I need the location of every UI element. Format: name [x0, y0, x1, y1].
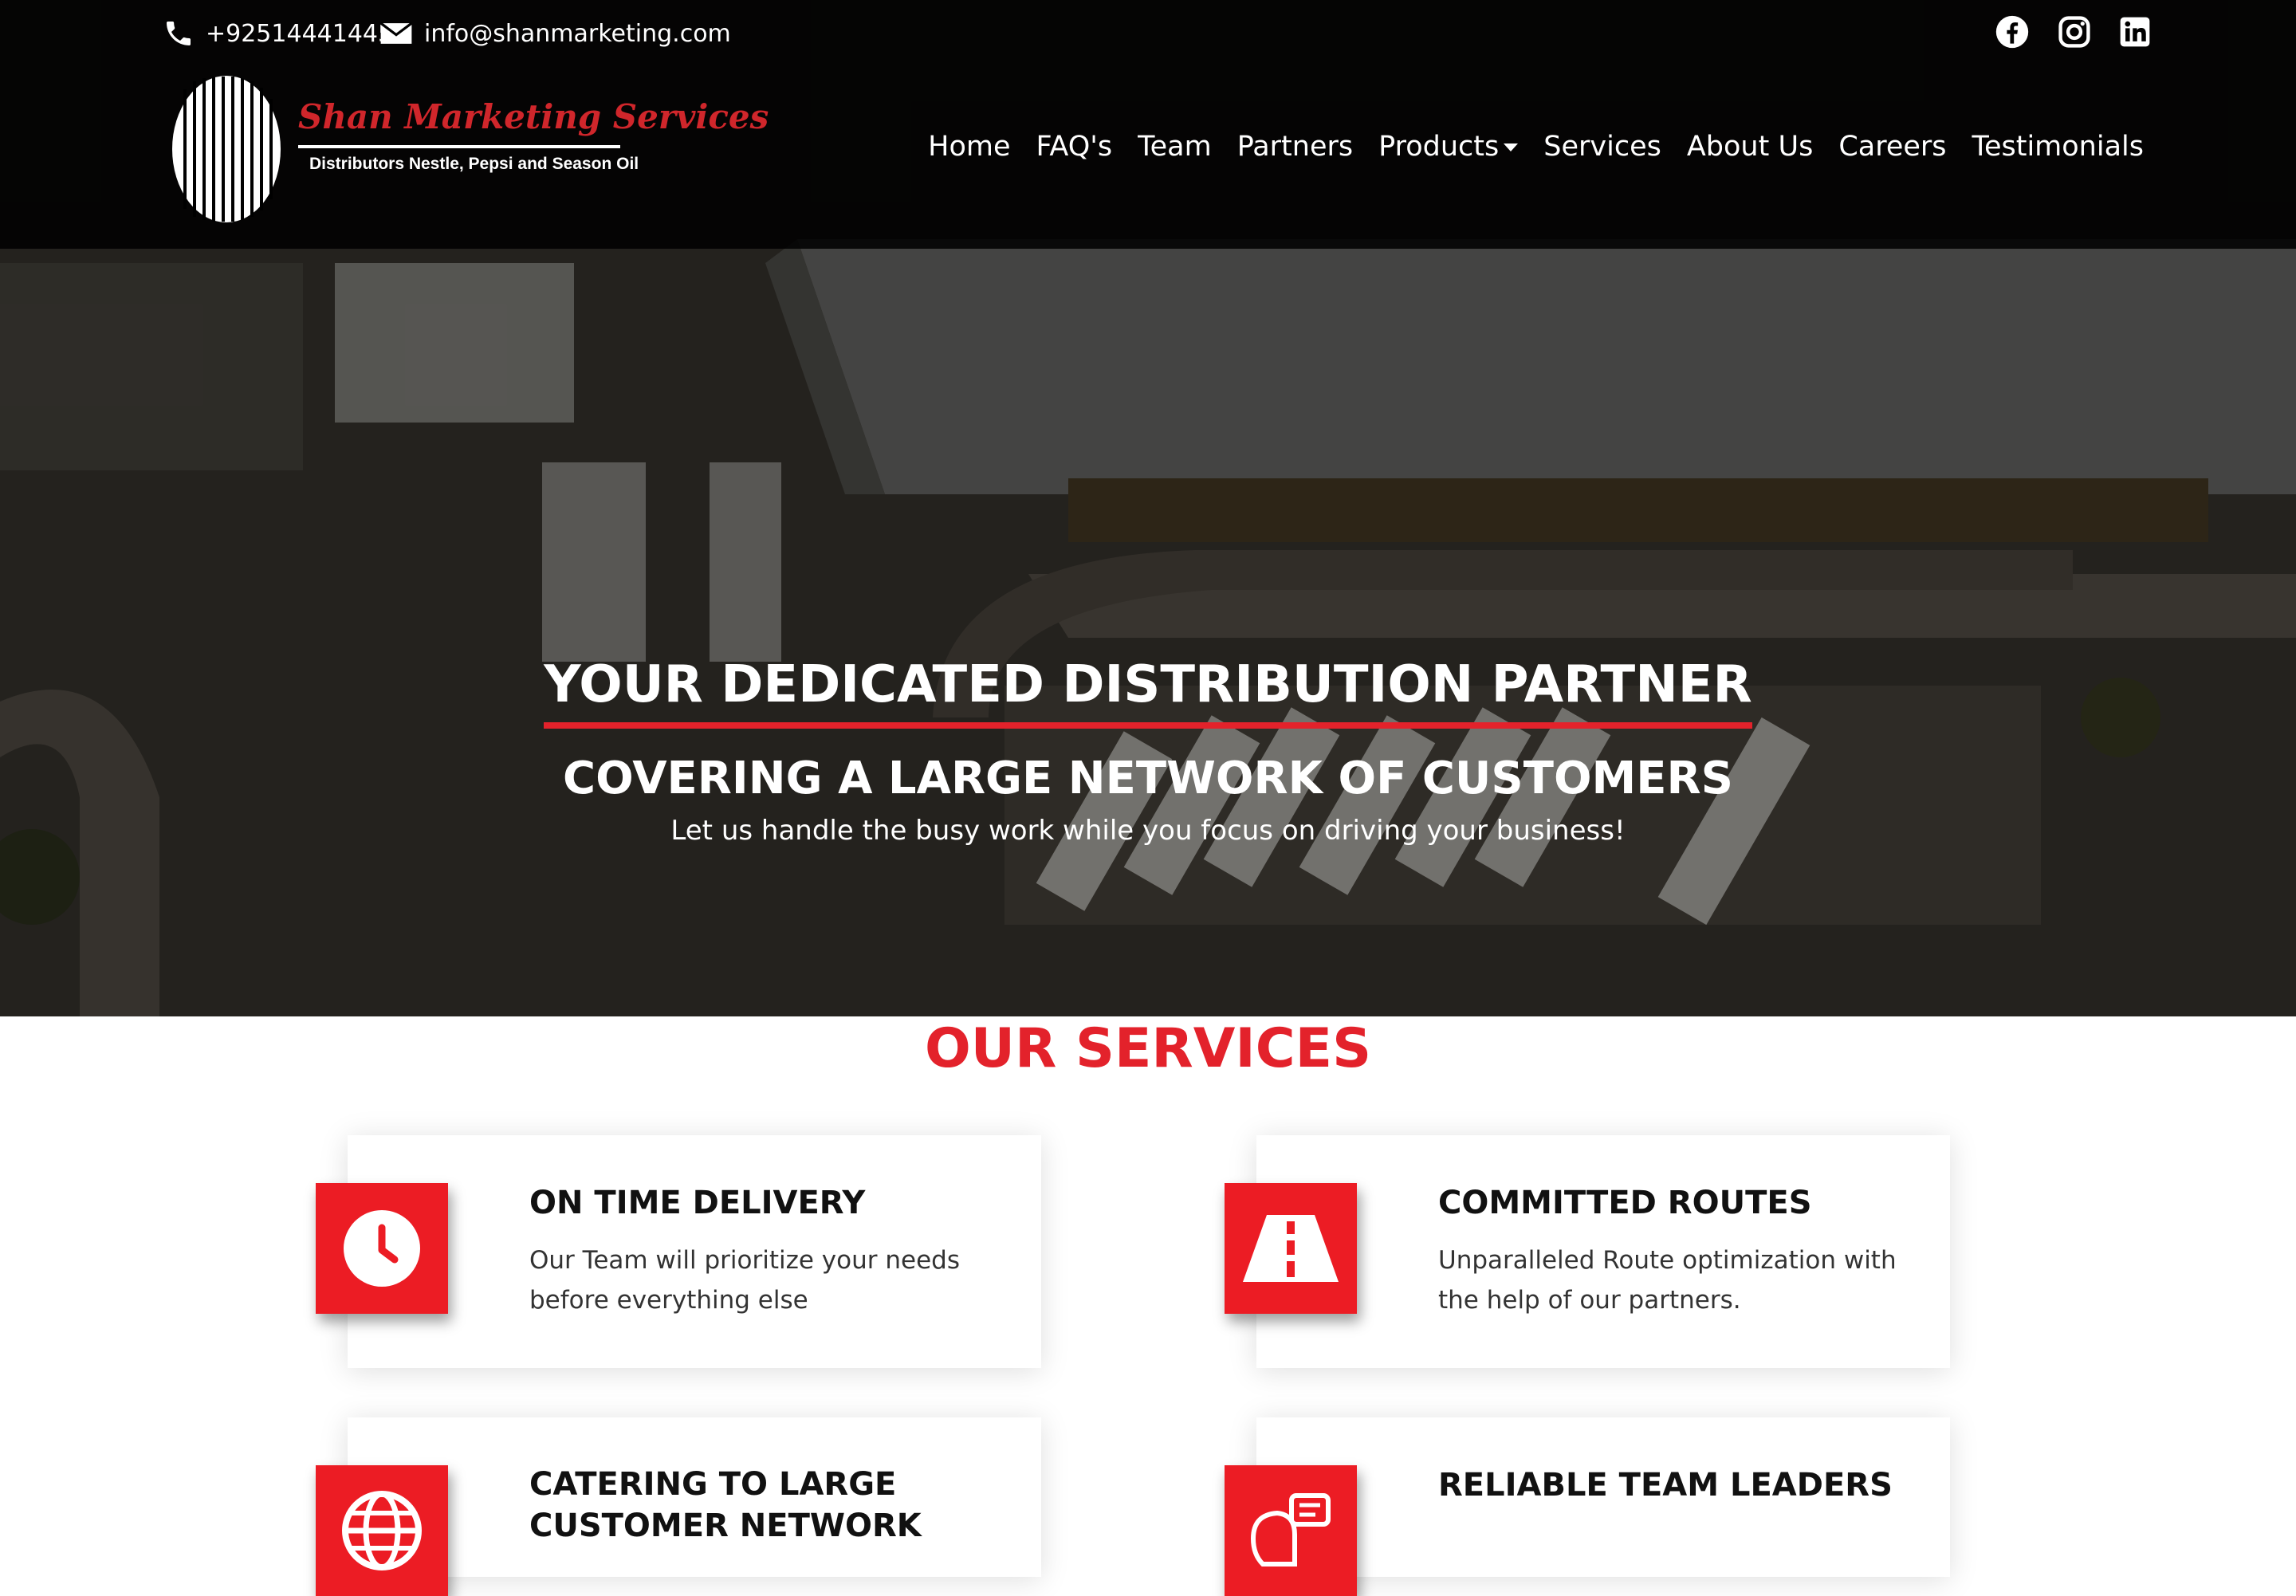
team-chat-icon: [1250, 1493, 1331, 1567]
hero-tagline: Let us handle the busy work while you fo…: [670, 815, 1626, 847]
logo-divider: [298, 145, 620, 148]
globe-icon: [342, 1491, 422, 1570]
services-heading: OUR SERVICES: [924, 1017, 1372, 1080]
road-icon: [1243, 1215, 1339, 1282]
phone-icon: [167, 22, 191, 45]
service-card-title: RELIABLE TEAM LEADERS: [1438, 1467, 1893, 1504]
hero-banner: +92514441445 info@shanmarketing.com Shan…: [0, 0, 2296, 1016]
chevron-down-icon: [1504, 143, 1519, 151]
nav-home[interactable]: Home: [928, 131, 1010, 163]
email-address: info@shanmarketing.com: [424, 19, 731, 48]
linkedin-icon[interactable]: [2117, 14, 2152, 49]
service-card-on-time-delivery: ON TIME DELIVERY Our Team will prioritiz…: [316, 1135, 1041, 1368]
nav-faqs[interactable]: FAQ's: [1036, 131, 1113, 163]
service-card-text: Unparalleled Route optimization with the…: [1438, 1246, 1897, 1315]
hero-title: YOUR DEDICATED DISTRIBUTION PARTNER: [0, 655, 2296, 729]
service-icon-box: [316, 1465, 448, 1596]
main-navigation: Home FAQ's Team Partners Products Servic…: [902, 131, 2144, 163]
logo-emblem-icon: [172, 76, 281, 222]
service-icon-box: [1225, 1183, 1357, 1314]
service-card-text: Our Team will prioritize your needs befo…: [529, 1246, 960, 1315]
email-contact[interactable]: info@shanmarketing.com: [379, 18, 731, 49]
service-card-large-network: CATERING TO LARGE CUSTOMER NETWORK: [316, 1417, 1041, 1596]
nav-testimonials[interactable]: Testimonials: [1972, 131, 2144, 163]
service-card-team-leaders: RELIABLE TEAM LEADERS: [1225, 1417, 1950, 1596]
service-card-title: COMMITTED ROUTES: [1438, 1185, 1812, 1221]
nav-products-dropdown[interactable]: Products: [1378, 131, 1519, 163]
nav-products-label: Products: [1378, 131, 1500, 163]
service-icon-box: [1225, 1465, 1357, 1596]
service-card-title: CATERING TO LARGE CUSTOMER NETWORK: [529, 1466, 922, 1544]
hero-title-text: YOUR DEDICATED DISTRIBUTION PARTNER: [544, 655, 1752, 729]
clock-icon: [344, 1210, 420, 1287]
service-card-title: ON TIME DELIVERY: [529, 1185, 866, 1221]
nav-careers[interactable]: Careers: [1838, 131, 1946, 163]
nav-services[interactable]: Services: [1543, 131, 1661, 163]
service-card-committed-routes: COMMITTED ROUTES Unparalleled Route opti…: [1225, 1135, 1950, 1368]
logo-subtitle: Distributors Nestle, Pepsi and Season Oi…: [309, 155, 639, 173]
nav-partners[interactable]: Partners: [1237, 131, 1353, 163]
company-logo[interactable]: Shan Marketing Services Distributors Nes…: [171, 73, 769, 225]
header-bar: +92514441445 info@shanmarketing.com Shan…: [0, 0, 2296, 249]
hero-subtitle: COVERING A LARGE NETWORK OF CUSTOMERS: [563, 753, 1733, 804]
instagram-icon[interactable]: [2057, 14, 2092, 49]
phone-number: +92514441445: [206, 19, 394, 48]
nav-about-us[interactable]: About Us: [1687, 131, 1813, 163]
nav-team[interactable]: Team: [1138, 131, 1212, 163]
facebook-icon[interactable]: [1995, 14, 2030, 49]
logo-title: Shan Marketing Services: [298, 97, 769, 136]
envelope-icon: [379, 22, 413, 44]
phone-contact[interactable]: +92514441445: [163, 18, 393, 49]
service-icon-box: [316, 1183, 448, 1314]
